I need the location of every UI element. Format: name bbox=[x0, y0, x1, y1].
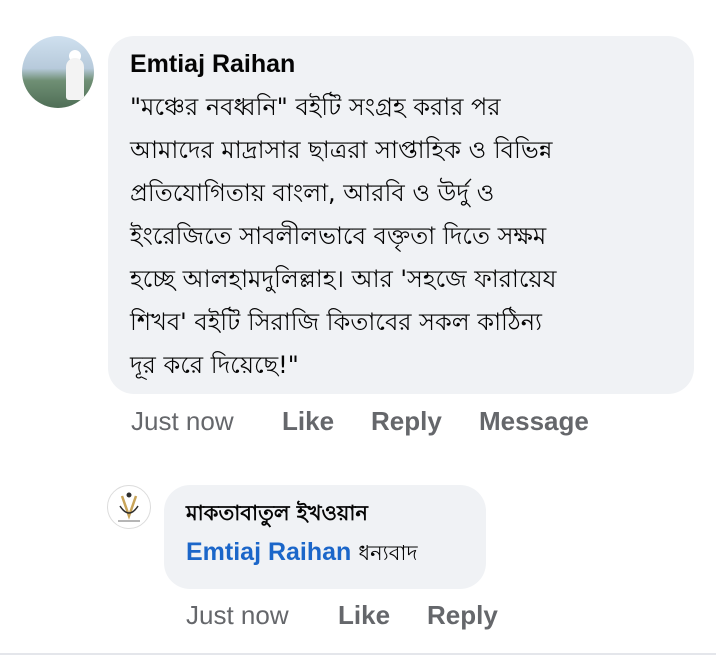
comment-text: "মঞ্চের নবধ্বনি" বইটি সংগ্রহ করার পর আমা… bbox=[130, 86, 680, 387]
comment-message-button[interactable]: Message bbox=[479, 406, 589, 437]
comment-text-line: প্রতিযোগিতায় বাংলা, আরবি ও উর্দু ও bbox=[130, 179, 495, 207]
comment-like-button[interactable]: Like bbox=[282, 406, 334, 437]
comment-timestamp[interactable]: Just now bbox=[131, 406, 234, 437]
reply-timestamp[interactable]: Just now bbox=[186, 600, 289, 631]
divider bbox=[0, 653, 716, 655]
reply-author-name[interactable]: মাকতাবাতুল ইখওয়ান bbox=[186, 497, 368, 532]
reply-like-button[interactable]: Like bbox=[338, 600, 390, 631]
comment-text-line: শিখব' বইটি সিরাজি কিতাবের সকল কাঠিন্য bbox=[130, 308, 543, 336]
comment-author-name[interactable]: Emtiaj Raihan bbox=[130, 50, 295, 79]
commenter-avatar[interactable] bbox=[22, 36, 94, 108]
reply-text: Emtiaj Raihan ধন্যবাদ bbox=[186, 537, 418, 572]
comment-reply-button[interactable]: Reply bbox=[371, 406, 442, 437]
comment-text-line: ইংরেজিতে সাবলীলভাবে বক্তৃতা দিতে সক্ষম bbox=[130, 222, 547, 250]
avatar-person-body bbox=[66, 58, 84, 100]
comment-text-line: "মঞ্চের নবধ্বনি" বইটি সংগ্রহ করার পর bbox=[130, 93, 501, 121]
logo-icon bbox=[118, 492, 140, 522]
reply-body-text: ধন্যবাদ bbox=[358, 541, 418, 565]
comment-actions: Just now Like Reply Message bbox=[0, 406, 716, 440]
comment-text-line: দূর করে দিয়েছে!" bbox=[130, 351, 299, 379]
comment-text-line: হচ্ছে আলহামদুলিল্লাহ। আর 'সহজে ফারায়েয bbox=[130, 265, 557, 293]
reply-actions: Just now Like Reply bbox=[0, 600, 716, 634]
page-logo-avatar[interactable] bbox=[107, 485, 151, 529]
reply-mention-link[interactable]: Emtiaj Raihan bbox=[186, 538, 351, 566]
comment-text-line: আমাদের মাদ্রাসার ছাত্ররা সাপ্তাহিক ও বিভ… bbox=[130, 136, 553, 164]
reply-reply-button[interactable]: Reply bbox=[427, 600, 498, 631]
